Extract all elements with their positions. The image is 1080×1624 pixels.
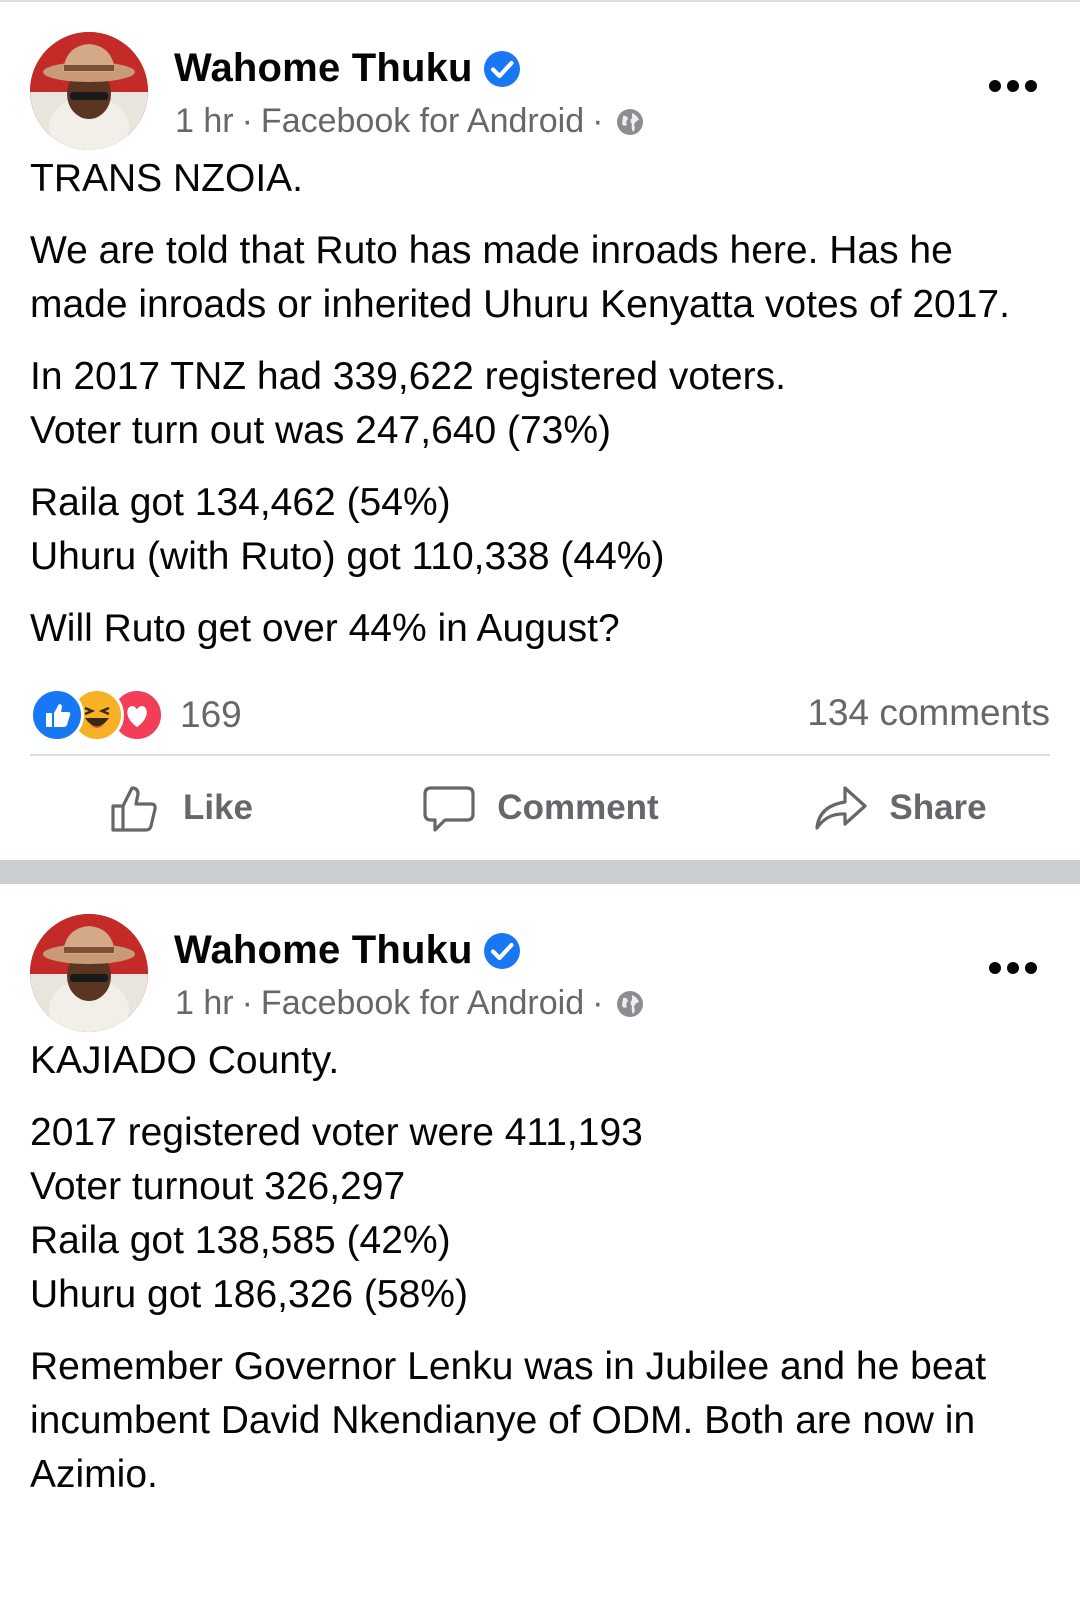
meta-separator: ·	[241, 102, 253, 140]
post-stats: 169 134 comments	[30, 674, 1050, 754]
post-paragraph: Raila got 134,462 (54%) Uhuru (with Ruto…	[30, 481, 665, 578]
thumbs-up-icon	[111, 786, 157, 832]
verified-badge-icon	[483, 50, 520, 87]
author-name[interactable]: Wahome Thuku	[174, 928, 473, 973]
post-paragraph: We are told that Ruto has made inroads h…	[30, 229, 1010, 326]
comment-label: Comment	[497, 788, 659, 827]
post-paragraph: Will Ruto get over 44% in August?	[30, 607, 620, 650]
post-1: Wahome Thuku 1 hr · Facebook for Android…	[0, 2, 1080, 860]
avatar[interactable]	[30, 32, 148, 150]
post-meta: 1 hr · Facebook for Android ·	[175, 102, 645, 141]
meta-separator: ·	[241, 984, 253, 1022]
avatar[interactable]	[30, 914, 148, 1032]
post-header: Wahome Thuku 1 hr · Facebook for Android…	[0, 884, 1080, 1034]
author-row: Wahome Thuku	[174, 46, 521, 91]
post-time[interactable]: 1 hr	[175, 102, 234, 141]
post-body: TRANS NZOIA. We are told that Ruto has m…	[0, 152, 1080, 656]
like-label: Like	[182, 788, 254, 827]
post-2: Wahome Thuku 1 hr · Facebook for Android…	[0, 884, 1080, 1502]
post-body: KAJIADO County. 2017 registered voter we…	[0, 1034, 1080, 1502]
globe-icon	[617, 108, 644, 135]
comment-count[interactable]: 134 comments	[807, 692, 1050, 734]
post-actions: Like Comment Share	[0, 756, 1080, 860]
more-options-icon[interactable]	[986, 950, 1040, 974]
like-button[interactable]: Like	[0, 780, 360, 836]
share-arrow-icon	[815, 786, 867, 830]
post-paragraph: TRANS NZOIA.	[30, 157, 304, 200]
reactions-summary[interactable]: 169	[30, 688, 242, 742]
more-options-icon[interactable]	[986, 68, 1040, 92]
globe-icon	[617, 990, 644, 1017]
post-paragraph: KAJIADO County.	[30, 1039, 340, 1082]
post-header: Wahome Thuku 1 hr · Facebook for Android…	[0, 2, 1080, 152]
meta-separator: ·	[592, 984, 604, 1022]
reaction-count[interactable]: 169	[180, 694, 242, 736]
feed-separator	[0, 860, 1080, 884]
post-source: Facebook for Android	[260, 102, 585, 140]
like-reaction-icon	[30, 688, 84, 742]
post-time[interactable]: 1 hr	[175, 984, 234, 1023]
comment-bubble-icon	[423, 786, 475, 832]
post-meta: 1 hr · Facebook for Android ·	[175, 984, 645, 1023]
post-source: Facebook for Android	[260, 984, 585, 1022]
share-label: Share	[889, 788, 987, 827]
verified-badge-icon	[483, 932, 520, 969]
post-paragraph: 2017 registered voter were 411,193 Voter…	[30, 1111, 643, 1316]
author-name[interactable]: Wahome Thuku	[174, 46, 473, 91]
comment-button[interactable]: Comment	[360, 780, 720, 836]
author-row: Wahome Thuku	[174, 928, 521, 973]
share-button[interactable]: Share	[720, 780, 1080, 836]
post-paragraph: Remember Governor Lenku was in Jubilee a…	[30, 1345, 987, 1496]
meta-separator: ·	[592, 102, 604, 140]
post-paragraph: In 2017 TNZ had 339,622 registered voter…	[30, 355, 786, 452]
